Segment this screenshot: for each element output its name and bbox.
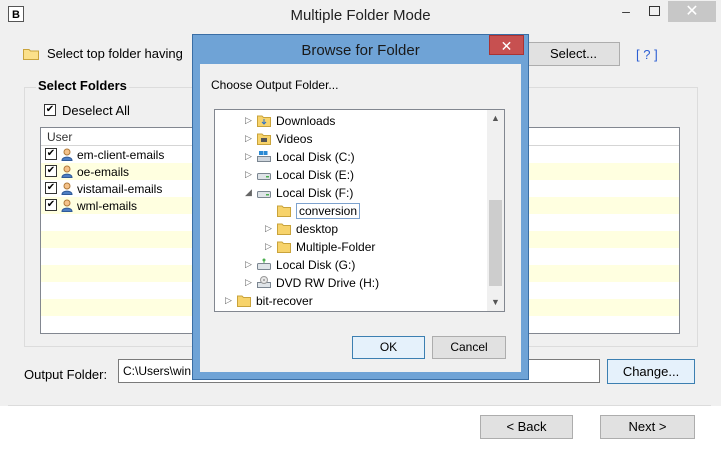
tree-item-label: desktop bbox=[296, 222, 339, 236]
expand-arrow-icon[interactable]: ▷ bbox=[245, 133, 252, 144]
expand-arrow-icon[interactable]: ▷ bbox=[245, 169, 252, 180]
minimize-button[interactable]: – bbox=[612, 1, 640, 22]
tree-item-label: bit-recover bbox=[256, 294, 313, 308]
tree-item-label: Local Disk (F:) bbox=[276, 186, 354, 200]
scroll-thumb[interactable] bbox=[489, 200, 502, 286]
tree-item[interactable]: ▷ desktop bbox=[215, 220, 487, 238]
tree-item-label: Multiple-Folder bbox=[296, 240, 376, 254]
maximize-icon bbox=[648, 6, 660, 16]
drive-icon bbox=[257, 191, 271, 198]
tree-item[interactable]: ▷ bit-recover bbox=[215, 292, 487, 310]
windows-drive-icon bbox=[257, 151, 271, 162]
tree-item[interactable]: ◢ Local Disk (F:) bbox=[215, 184, 487, 202]
folder-icon bbox=[23, 49, 39, 60]
output-folder-label: Output Folder: bbox=[24, 367, 108, 382]
expand-arrow-icon[interactable]: ▷ bbox=[265, 223, 272, 234]
deselect-all-checkbox[interactable]: ✔ bbox=[44, 104, 56, 116]
maximize-button[interactable] bbox=[640, 1, 668, 22]
folder-icon bbox=[277, 205, 291, 217]
folder-tree: ▷ Downloads ▷ Videos ▷ Local Disk (C:) ▷ Local … bbox=[214, 109, 505, 312]
tree-item[interactable]: ▷ Local Disk (C:) bbox=[215, 148, 487, 166]
row-checkbox[interactable]: ✔ bbox=[45, 148, 57, 160]
tree-item-label: Local Disk (G:) bbox=[276, 258, 356, 272]
cancel-button[interactable]: Cancel bbox=[432, 336, 506, 359]
tree-item[interactable]: ▷ DVD RW Drive (H:) bbox=[215, 274, 487, 292]
row-label: wml-emails bbox=[77, 199, 137, 213]
row-label: oe-emails bbox=[77, 165, 130, 179]
tree-item[interactable]: conversion bbox=[215, 202, 487, 220]
folder-icon bbox=[277, 223, 291, 235]
dialog-prompt: Choose Output Folder... bbox=[211, 78, 339, 92]
deselect-all-label[interactable]: Deselect All bbox=[62, 103, 130, 118]
expand-arrow-icon[interactable]: ▷ bbox=[245, 151, 252, 162]
select-folders-legend: Select Folders bbox=[36, 78, 129, 93]
row-checkbox[interactable]: ✔ bbox=[45, 182, 57, 194]
user-icon bbox=[61, 182, 73, 195]
dialog-close-button[interactable]: ✕ bbox=[489, 35, 524, 55]
tree-item-label: Local Disk (E:) bbox=[276, 168, 355, 182]
drive-icon bbox=[257, 173, 271, 180]
scroll-down-icon[interactable]: ▼ bbox=[487, 295, 504, 310]
next-button[interactable]: Next > bbox=[600, 415, 695, 439]
user-icon bbox=[61, 165, 73, 178]
folder-icon bbox=[237, 295, 251, 307]
user-icon bbox=[61, 199, 73, 212]
help-link[interactable]: [ ? ] bbox=[636, 47, 658, 62]
tree-item-label: conversion bbox=[296, 203, 361, 219]
select-button[interactable]: Select... bbox=[527, 42, 620, 66]
row-label: vistamail-emails bbox=[77, 182, 163, 196]
close-button[interactable]: ✕ bbox=[668, 1, 716, 22]
column-user: User bbox=[47, 130, 73, 144]
expand-arrow-icon[interactable]: ▷ bbox=[245, 277, 252, 288]
tree-item-label: Downloads bbox=[276, 114, 336, 128]
collapse-arrow-icon[interactable]: ◢ bbox=[245, 187, 252, 198]
dialog-title: Browse for Folder bbox=[301, 42, 420, 59]
row-label: em-client-emails bbox=[77, 148, 165, 162]
videos-folder-icon bbox=[257, 133, 271, 145]
scroll-up-icon[interactable]: ▲ bbox=[487, 111, 504, 126]
expand-arrow-icon[interactable]: ▷ bbox=[245, 259, 252, 270]
ok-button[interactable]: OK bbox=[352, 336, 425, 359]
tree-item-label: Local Disk (C:) bbox=[276, 150, 355, 164]
tree-item[interactable]: ▷ Downloads bbox=[215, 112, 487, 130]
row-checkbox[interactable]: ✔ bbox=[45, 199, 57, 211]
expand-arrow-icon[interactable]: ▷ bbox=[245, 115, 252, 126]
back-button[interactable]: < Back bbox=[480, 415, 573, 439]
row-checkbox[interactable]: ✔ bbox=[45, 165, 57, 177]
user-icon bbox=[61, 148, 73, 161]
network-drive-icon bbox=[257, 258, 271, 270]
top-folder-label: Select top folder having bbox=[47, 46, 183, 61]
dvd-drive-icon bbox=[257, 276, 271, 288]
folder-icon bbox=[277, 241, 291, 253]
expand-arrow-icon[interactable]: ▷ bbox=[265, 241, 272, 252]
tree-item-label: Videos bbox=[276, 132, 313, 146]
tree-item[interactable]: ▷ Local Disk (E:) bbox=[215, 166, 487, 184]
expand-arrow-icon[interactable]: ▷ bbox=[225, 295, 232, 306]
tree-item[interactable]: ▷ Videos bbox=[215, 130, 487, 148]
tree-item[interactable]: ▷ Multiple-Folder bbox=[215, 238, 487, 256]
change-button[interactable]: Change... bbox=[607, 359, 695, 384]
tree-item[interactable]: ▷ Local Disk (G:) bbox=[215, 256, 487, 274]
tree-item-label: DVD RW Drive (H:) bbox=[276, 276, 380, 290]
downloads-folder-icon bbox=[257, 115, 271, 127]
